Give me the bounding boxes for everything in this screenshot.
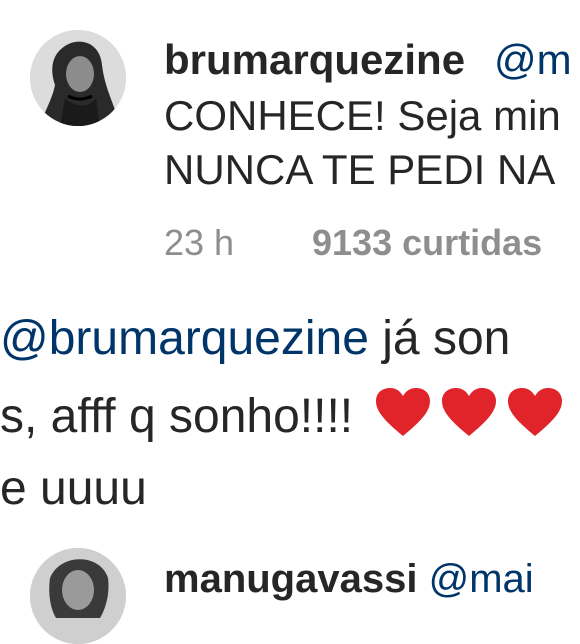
comment-text-line: CONHECE! Seja min <box>164 92 561 139</box>
profile-photo <box>30 30 126 126</box>
comment-text: já son <box>368 312 511 365</box>
comment-mention[interactable]: @mai <box>429 557 534 601</box>
comment-mention[interactable]: @brumarquezine <box>0 312 369 365</box>
comment-username[interactable]: brumarquezine <box>164 36 465 84</box>
comment-text-line: e uuuu <box>0 462 147 515</box>
comment-likes-link[interactable]: 9133 curtidas <box>312 222 542 264</box>
heart-icon <box>374 386 432 450</box>
comment-text-line: NUNCA TE PEDI NA <box>164 146 556 193</box>
heart-icon <box>506 386 564 450</box>
comment-text: s, afff q sonho!!!! <box>0 390 354 443</box>
profile-photo <box>30 548 126 644</box>
comment-text-line: @brumarquezine já son <box>0 312 510 366</box>
avatar-manugavassi[interactable] <box>30 548 126 644</box>
comment-mention[interactable]: @m <box>494 36 572 84</box>
comment-timestamp: 23 h <box>164 222 235 263</box>
avatar-brumarquezine[interactable] <box>30 30 126 126</box>
heart-icon <box>440 386 498 450</box>
comment-header: manugavassi @mai <box>164 556 534 602</box>
comment-username[interactable]: manugavassi <box>164 557 417 601</box>
comment-text-line: s, afff q sonho!!!! <box>0 386 564 450</box>
